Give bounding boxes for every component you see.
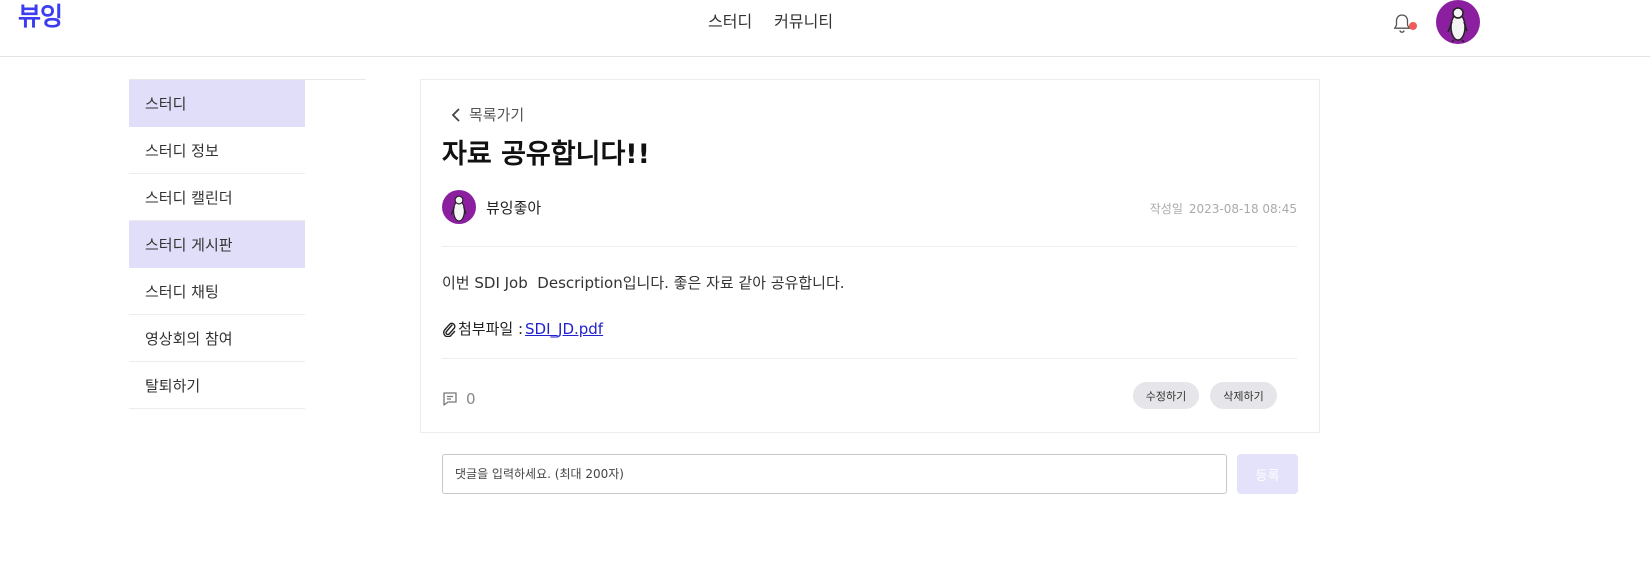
notification-dot [1409, 22, 1417, 30]
divider [442, 358, 1297, 359]
post-card: 목록가기 자료 공유합니다!! 뷰잉좋아 작성일 2023-08-18 08:45… [420, 79, 1320, 433]
post-date: 작성일 2023-08-18 08:45 [1150, 200, 1297, 217]
comment-input[interactable] [442, 454, 1227, 494]
author-name: 뷰잉좋아 [486, 198, 542, 217]
paperclip-icon [443, 322, 456, 337]
sidebar-item-video-meeting[interactable]: 영상회의 참여 [129, 315, 305, 362]
sidebar-item-study-chat[interactable]: 스터디 채팅 [129, 268, 305, 315]
post-title: 자료 공유합니다!! [442, 139, 650, 170]
attachment: 첨부파일 : SDI_JD.pdf [442, 318, 603, 339]
attachment-link[interactable]: SDI_JD.pdf [525, 320, 603, 338]
sidebar-item-leave[interactable]: 탈퇴하기 [129, 362, 305, 409]
edit-button[interactable]: 수정하기 [1133, 382, 1199, 409]
chevron-left-icon [451, 107, 460, 122]
date-label: 작성일 [1149, 202, 1183, 216]
post-body: 이번 SDI Job Description입니다. 좋은 자료 같아 공유합니… [442, 274, 845, 292]
back-label: 목록가기 [469, 106, 525, 124]
sidebar: 스터디 스터디 정보 스터디 캘린더 스터디 게시판 스터디 채팅 영상회의 참… [129, 80, 305, 409]
top-header: 뷰잉 스터디 커뮤니티 [0, 0, 1650, 57]
comment-icon [443, 392, 457, 406]
logo[interactable]: 뷰잉 [18, 2, 63, 32]
back-to-list-link[interactable]: 목록가기 [451, 104, 524, 125]
post-author: 뷰잉좋아 [442, 190, 541, 224]
profile-avatar[interactable] [1436, 0, 1480, 44]
date-value: 2023-08-18 08:45 [1188, 202, 1297, 216]
comment-count-value: 0 [466, 390, 476, 408]
delete-button[interactable]: 삭제하기 [1210, 382, 1277, 409]
top-nav: 스터디 커뮤니티 [708, 11, 833, 33]
nav-study[interactable]: 스터디 [708, 11, 752, 33]
attachment-label: 첨부파일 : [458, 320, 524, 338]
divider [442, 246, 1297, 247]
sidebar-item-study[interactable]: 스터디 [129, 80, 305, 127]
sidebar-item-study-board[interactable]: 스터디 게시판 [129, 221, 305, 268]
author-avatar[interactable] [442, 190, 476, 224]
sidebar-item-study-calendar[interactable]: 스터디 캘린더 [129, 174, 305, 221]
submit-comment-button[interactable]: 등록 [1237, 454, 1298, 494]
sidebar-item-study-info[interactable]: 스터디 정보 [129, 127, 305, 174]
comment-count: 0 [442, 390, 476, 408]
nav-community[interactable]: 커뮤니티 [774, 11, 833, 33]
penguin-icon [450, 195, 467, 222]
penguin-icon [1447, 7, 1468, 43]
